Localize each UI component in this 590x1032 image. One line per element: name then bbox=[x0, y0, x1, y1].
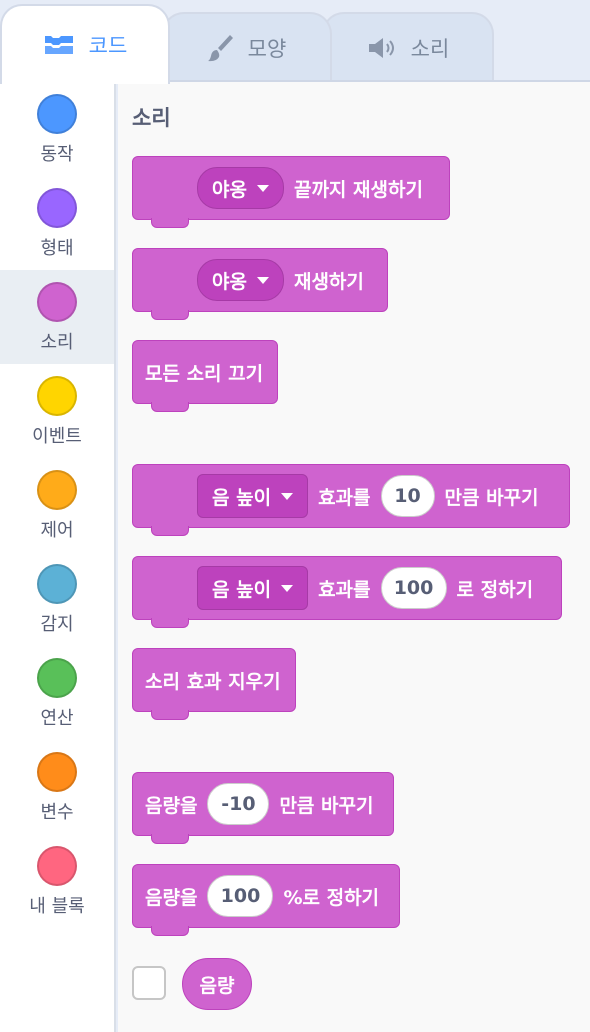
set-volume-block[interactable]: 음량을 100 %로 정하기 bbox=[132, 864, 400, 936]
sound-name: 야옹 bbox=[212, 270, 247, 293]
sensing-color-dot bbox=[37, 564, 77, 604]
category-label: 연산 bbox=[40, 708, 74, 729]
stop-all-sounds-block[interactable]: 모든 소리 끄기 bbox=[132, 340, 278, 412]
category-operators[interactable]: 연산 bbox=[0, 646, 114, 740]
category-variables[interactable]: 변수 bbox=[0, 740, 114, 834]
events-color-dot bbox=[37, 376, 77, 416]
play-sound-until-done-block[interactable]: 야옹 끝까지 재생하기 bbox=[132, 156, 450, 228]
change-effect-block[interactable]: 음 높이 효과를 10 만큼 바꾸기 bbox=[132, 464, 570, 536]
category-label: 제어 bbox=[40, 520, 74, 541]
category-label: 이벤트 bbox=[32, 426, 82, 447]
sound-dropdown[interactable]: 야옹 bbox=[197, 167, 284, 209]
category-label: 내 블록 bbox=[29, 896, 85, 917]
volume-reporter-block[interactable]: 음량 bbox=[182, 958, 252, 1010]
category-events[interactable]: 이벤트 bbox=[0, 364, 114, 458]
block-text: 로 정하기 bbox=[456, 578, 534, 601]
tab-code-label: 코드 bbox=[88, 34, 128, 58]
change-volume-block[interactable]: 음량을 -10 만큼 바꾸기 bbox=[132, 772, 394, 844]
effect-dropdown[interactable]: 음 높이 bbox=[197, 474, 309, 518]
category-menu: 동작 형태 소리 이벤트 제어 감지 연산 변수 내 블록 bbox=[0, 82, 116, 1032]
motion-color-dot bbox=[37, 94, 77, 134]
block-text: 소리 효과 지우기 bbox=[145, 670, 281, 693]
chevron-down-icon bbox=[256, 184, 269, 192]
category-label: 소리 bbox=[40, 332, 74, 353]
operators-color-dot bbox=[37, 658, 77, 698]
chevron-down-icon bbox=[256, 276, 269, 284]
effect-value-input[interactable]: 100 bbox=[380, 567, 447, 609]
volume-value-input[interactable]: 100 bbox=[207, 875, 274, 917]
reporter-text: 음량 bbox=[199, 974, 235, 997]
category-sound[interactable]: 소리 bbox=[0, 270, 114, 364]
tab-sounds[interactable]: 소리 bbox=[322, 12, 494, 82]
speaker-icon bbox=[367, 36, 397, 60]
tab-costumes[interactable]: 모양 bbox=[162, 12, 332, 82]
effect-name: 음 높이 bbox=[212, 578, 272, 601]
effect-name: 음 높이 bbox=[212, 486, 272, 509]
set-effect-block[interactable]: 음 높이 효과를 100 로 정하기 bbox=[132, 556, 562, 628]
volume-monitor-checkbox[interactable] bbox=[132, 966, 166, 1000]
start-sound-block[interactable]: 야옹 재생하기 bbox=[132, 248, 388, 320]
category-motion[interactable]: 동작 bbox=[0, 82, 114, 176]
variables-color-dot bbox=[37, 752, 77, 792]
tab-sounds-label: 소리 bbox=[410, 37, 450, 61]
block-text: 끝까지 재생하기 bbox=[293, 178, 423, 201]
sound-dropdown[interactable]: 야옹 bbox=[197, 259, 284, 301]
chevron-down-icon bbox=[281, 492, 294, 500]
block-palette: 소리 야옹 끝까지 재생하기 야옹 재생하기 모든 소리 끄기 음 높이 효과를… bbox=[118, 82, 590, 1032]
category-label: 감지 bbox=[40, 614, 74, 635]
category-label: 형태 bbox=[40, 238, 74, 259]
paintbrush-icon bbox=[207, 33, 234, 63]
block-text: 만큼 바꾸기 bbox=[279, 794, 374, 817]
section-title: 소리 bbox=[132, 106, 171, 130]
block-text: 효과를 bbox=[318, 578, 371, 601]
block-text: 만큼 바꾸기 bbox=[444, 486, 539, 509]
tab-costumes-label: 모양 bbox=[247, 37, 287, 61]
block-text: 재생하기 bbox=[293, 270, 364, 293]
effect-value-input[interactable]: 10 bbox=[380, 475, 435, 517]
block-text: 모든 소리 끄기 bbox=[145, 362, 264, 385]
block-text: %로 정하기 bbox=[283, 886, 380, 909]
sound-name: 야옹 bbox=[212, 178, 247, 201]
category-my-blocks[interactable]: 내 블록 bbox=[0, 834, 114, 928]
sound-color-dot bbox=[37, 282, 77, 322]
category-sensing[interactable]: 감지 bbox=[0, 552, 114, 646]
block-text: 효과를 bbox=[318, 486, 371, 509]
looks-color-dot bbox=[37, 188, 77, 228]
block-text: 음량을 bbox=[145, 886, 198, 909]
category-label: 동작 bbox=[40, 144, 74, 165]
effect-dropdown[interactable]: 음 높이 bbox=[197, 566, 309, 610]
clear-sound-effects-block[interactable]: 소리 효과 지우기 bbox=[132, 648, 296, 720]
category-label: 변수 bbox=[40, 802, 74, 823]
volume-value-input[interactable]: -10 bbox=[207, 783, 270, 825]
tab-code[interactable]: 코드 bbox=[0, 4, 170, 84]
editor-tab-bar: 소리 모양 코드 bbox=[0, 0, 590, 84]
my-blocks-color-dot bbox=[37, 846, 77, 886]
code-blocks-icon bbox=[43, 33, 75, 57]
chevron-down-icon bbox=[281, 584, 294, 592]
category-looks[interactable]: 형태 bbox=[0, 176, 114, 270]
control-color-dot bbox=[37, 470, 77, 510]
block-text: 음량을 bbox=[145, 794, 198, 817]
category-control[interactable]: 제어 bbox=[0, 458, 114, 552]
